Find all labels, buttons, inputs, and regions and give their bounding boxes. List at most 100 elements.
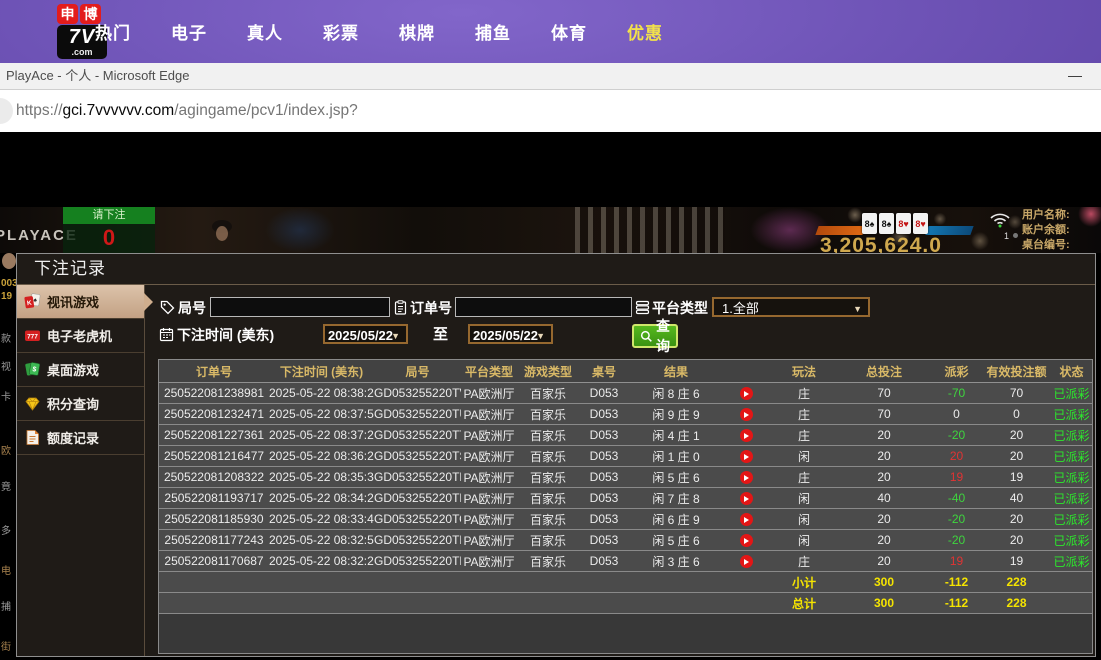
subtotal-row: 小计300-112228 [159, 572, 1093, 593]
sidebar-item-credit-records[interactable]: 额度记录 [17, 421, 144, 455]
cell-bet-side: 闲 [769, 530, 839, 551]
round-number-label: 局号 [178, 297, 206, 319]
play-video-button[interactable] [740, 429, 753, 442]
bet-table: 订单号 下注时间 (美东) 局号 平台类型 游戏类型 桌号 结果 玩法 总投注 … [159, 360, 1093, 614]
sidebar-item-table-games[interactable]: $ 桌面游戏 [17, 353, 144, 387]
cell-valid-bet: 20 [984, 509, 1049, 530]
cell-valid-bet: 0 [984, 404, 1049, 425]
cell-table: D053 [579, 404, 629, 425]
order-number-input[interactable] [455, 297, 632, 317]
nav-item-promos[interactable]: 优惠 [627, 19, 663, 44]
date-from-select[interactable]: 2025/05/22 ▼ [323, 324, 408, 344]
minimize-button[interactable]: — [1061, 63, 1089, 87]
play-video-button[interactable] [740, 387, 753, 400]
nav-item-fishing[interactable]: 捕鱼 [475, 19, 511, 44]
platform-list-icon [635, 300, 650, 320]
play-video-button[interactable] [740, 555, 753, 568]
url-scheme: https:// [16, 102, 63, 119]
nav-item-lottery[interactable]: 彩票 [323, 19, 359, 44]
total-bet: 300 [839, 593, 929, 614]
play-video-button[interactable] [740, 408, 753, 421]
cell-valid-bet: 19 [984, 551, 1049, 572]
play-video-button[interactable] [740, 513, 753, 526]
card-8-spades-2: 8♠ [879, 213, 894, 234]
cell-play-video [723, 551, 769, 572]
nav-item-live[interactable]: 真人 [247, 19, 283, 44]
cell-play-video [723, 425, 769, 446]
cell-time: 2025-05-22 08:35:39 [269, 467, 374, 488]
cell-status: 已派彩 [1049, 467, 1093, 488]
logo-badge-left: 申 [57, 4, 78, 24]
play-video-button[interactable] [740, 534, 753, 547]
cell-payout: -20 [929, 530, 984, 551]
sidebar-item-video-games[interactable]: ♠ K 视讯游戏 [17, 285, 144, 319]
search-button[interactable]: 查询 [632, 324, 678, 348]
cell-order: 250522081227361 [159, 425, 269, 446]
nav-item-sports[interactable]: 体育 [551, 19, 587, 44]
nav-item-board[interactable]: 棋牌 [399, 19, 435, 44]
col-game: 游戏类型 [517, 360, 579, 383]
cell-time: 2025-05-22 08:37:51 [269, 404, 374, 425]
sidebar-item-points-query[interactable]: 积分查询 [17, 387, 144, 421]
window-titlebar: PlayAce - 个人 - Microsoft Edge — [0, 63, 1101, 90]
play-icon [744, 412, 749, 418]
cell-order: 250522081216477 [159, 446, 269, 467]
bet-table-row: 2505220811859302025-05-22 08:33:43GD0532… [159, 509, 1093, 530]
address-bar[interactable]: https://gci.7vvvvvv.com/agingame/pcv1/in… [0, 90, 1101, 132]
play-video-button[interactable] [740, 471, 753, 484]
cell-time: 2025-05-22 08:37:23 [269, 425, 374, 446]
stream-quality-label: 1 [1004, 231, 1009, 241]
round-number-input[interactable] [210, 297, 390, 317]
table-number-label: 桌台编号: [1022, 238, 1070, 253]
background-fragment: 捕 [1, 598, 11, 613]
col-valid-bet: 有效投注额 [984, 360, 1049, 383]
cell-game: 百家乐 [517, 446, 579, 467]
subtotal-bet: 300 [839, 572, 929, 593]
cell-valid-bet: 40 [984, 488, 1049, 509]
bet-table-row: 2505220812324712025-05-22 08:37:51GD0532… [159, 404, 1093, 425]
sidebar-label: 视讯游戏 [47, 292, 99, 311]
platform-type-select[interactable]: 1.全部 ▼ [712, 297, 870, 317]
bet-table-row: 2505220812083222025-05-22 08:35:39GD0532… [159, 467, 1093, 488]
cell-table: D053 [579, 383, 629, 404]
cell-play-video [723, 446, 769, 467]
cell-platform: PA欧洲厅 [461, 446, 517, 467]
total-label: 总计 [769, 593, 839, 614]
tag-icon [160, 300, 175, 320]
top-nav: 申 博 7V .com 热门 电子 真人 彩票 棋牌 捕鱼 体育 优惠 [0, 0, 1101, 63]
col-status: 状态 [1049, 360, 1093, 383]
subtotal-spacer [159, 572, 769, 593]
cell-valid-bet: 20 [984, 446, 1049, 467]
cell-game: 百家乐 [517, 551, 579, 572]
cell-bet-side: 庄 [769, 467, 839, 488]
chevron-down-icon: ▼ [536, 326, 545, 346]
background-fragment: 003 [1, 278, 16, 289]
cell-table: D053 [579, 551, 629, 572]
cell-result: 闲 6 庄 9 [629, 509, 723, 530]
sidebar-item-slots[interactable]: 777 电子老虎机 [17, 319, 144, 353]
date-to-select[interactable]: 2025/05/22 ▼ [468, 324, 553, 344]
cell-round: GD053255220TT [374, 425, 461, 446]
subtotal-valid: 228 [984, 572, 1049, 593]
stream-quality-dot [1013, 233, 1018, 238]
nav-item-hot[interactable]: 热门 [95, 19, 131, 44]
bet-countdown: 0 [63, 224, 155, 253]
modal-title: 下注记录 [34, 254, 106, 284]
total-spacer [159, 593, 769, 614]
play-video-button[interactable] [740, 450, 753, 463]
col-time: 下注时间 (美东) [269, 360, 374, 383]
main-menu: 热门 电子 真人 彩票 棋牌 捕鱼 体育 优惠 [95, 0, 663, 63]
cell-table: D053 [579, 446, 629, 467]
cell-bet-side: 闲 [769, 509, 839, 530]
cell-platform: PA欧洲厅 [461, 383, 517, 404]
nav-item-slots[interactable]: 电子 [171, 19, 207, 44]
play-icon [744, 475, 749, 481]
total-payout: -112 [929, 593, 984, 614]
col-order: 订单号 [159, 360, 269, 383]
table-header-row: 订单号 下注时间 (美东) 局号 平台类型 游戏类型 桌号 结果 玩法 总投注 … [159, 360, 1093, 383]
card-8-hearts: 8♥ [896, 213, 911, 234]
cell-order: 250522081170687 [159, 551, 269, 572]
col-play-video [723, 360, 769, 383]
play-video-button[interactable] [740, 492, 753, 505]
cell-play-video [723, 509, 769, 530]
